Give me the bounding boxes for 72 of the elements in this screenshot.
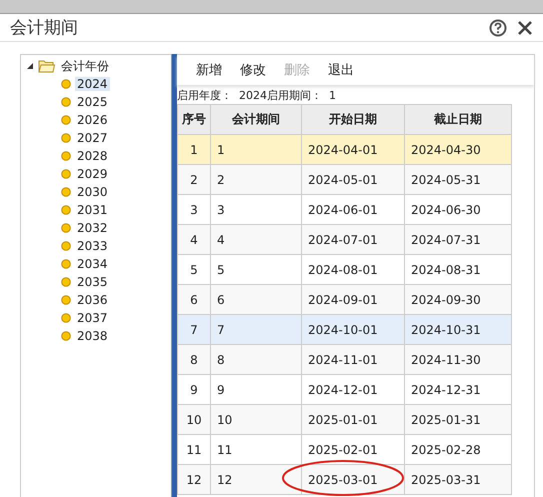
column-header[interactable]: 开始日期 [302,104,404,134]
column-header[interactable]: 会计期间 [210,104,302,134]
tree-item[interactable]: 2027 [75,131,110,145]
dot-icon [61,259,71,269]
table-row[interactable]: 7 7 2024-10-01 2024-10-31 [178,314,512,344]
table-row[interactable]: 4 4 2024-07-01 2024-07-31 [178,224,512,254]
table-row[interactable]: 6 6 2024-09-01 2024-09-30 [178,284,512,314]
table-cell: 12 [210,464,302,494]
table-cell: 2024-11-30 [404,344,512,374]
dot-icon [61,79,71,89]
dot-icon [61,223,71,233]
table-cell: 2025-01-01 [302,404,404,434]
tree-item[interactable]: 2029 [75,167,110,181]
table-cell: 2024-07-31 [404,224,512,254]
folder-icon [38,59,55,73]
tree-item[interactable]: 2035 [75,275,110,289]
tree-item[interactable]: 2036 [75,293,110,307]
tree-item[interactable]: 2025 [75,95,110,109]
table-cell: 2024-11-01 [302,344,404,374]
table-cell: 2025-03-31 [404,464,512,494]
table-row[interactable]: 2 2 2024-05-01 2024-05-31 [178,164,512,194]
table-cell: 10 [210,404,302,434]
tree-root-item[interactable]: 会计年份 [59,58,111,74]
info-text: 启用年度： 2024启用期间： 1 [177,88,337,104]
column-header[interactable]: 截止日期 [404,104,512,134]
table-cell: 8 [178,344,210,374]
tree-item[interactable]: 2038 [75,329,110,343]
table-cell: 2 [178,164,210,194]
close-icon[interactable] [517,20,533,36]
table-cell: 2025-01-31 [404,404,512,434]
table-cell: 2024-05-31 [404,164,512,194]
table-cell: 2024-05-01 [302,164,404,194]
dot-icon [61,331,71,341]
dot-icon [61,169,71,179]
tree-item[interactable]: 2031 [75,203,110,217]
dot-icon [61,133,71,143]
table-row[interactable]: 12 12 2025-03-01 2025-03-31 [178,464,512,494]
dot-icon [61,187,71,197]
tree-item[interactable]: 2026 [75,113,110,127]
dot-icon [61,205,71,215]
column-header[interactable]: 序号 [178,104,210,134]
table-cell: 2025-03-01 [302,464,404,494]
table-cell: 2 [210,164,302,194]
table-cell: 4 [210,224,302,254]
tree-item[interactable]: 2028 [75,149,110,163]
help-icon[interactable] [489,18,507,36]
dot-icon [61,241,71,251]
expand-triangle-icon[interactable] [26,62,34,70]
tree-item[interactable]: 2024 [75,77,110,91]
table-cell: 4 [178,224,210,254]
tree-item[interactable]: 2033 [75,239,110,253]
tree-item[interactable]: 2030 [75,185,110,199]
dot-icon [61,115,71,125]
toolbar-button[interactable]: 新增 [189,59,229,81]
toolbar-button[interactable]: 退出 [321,59,361,81]
table-cell: 10 [178,404,210,434]
tree-item[interactable]: 2034 [75,257,110,271]
window-title: 会计期间 [10,17,78,39]
tree-item[interactable]: 2032 [75,221,110,235]
dot-icon [61,277,71,287]
table-cell: 2024-07-01 [302,224,404,254]
dot-icon [61,151,71,161]
table-row[interactable]: 10 10 2025-01-01 2025-01-31 [178,404,512,434]
dot-icon [61,97,71,107]
toolbar-button[interactable]: 修改 [233,59,273,81]
table-cell: 12 [178,464,210,494]
table-cell: 8 [210,344,302,374]
tree-item[interactable]: 2037 [75,311,110,325]
table-row[interactable]: 8 8 2024-11-01 2024-11-30 [178,344,512,374]
dot-icon [61,295,71,305]
table-row[interactable]: 1 1 2024-04-01 2024-04-30 [178,134,512,164]
dot-icon [61,313,71,323]
